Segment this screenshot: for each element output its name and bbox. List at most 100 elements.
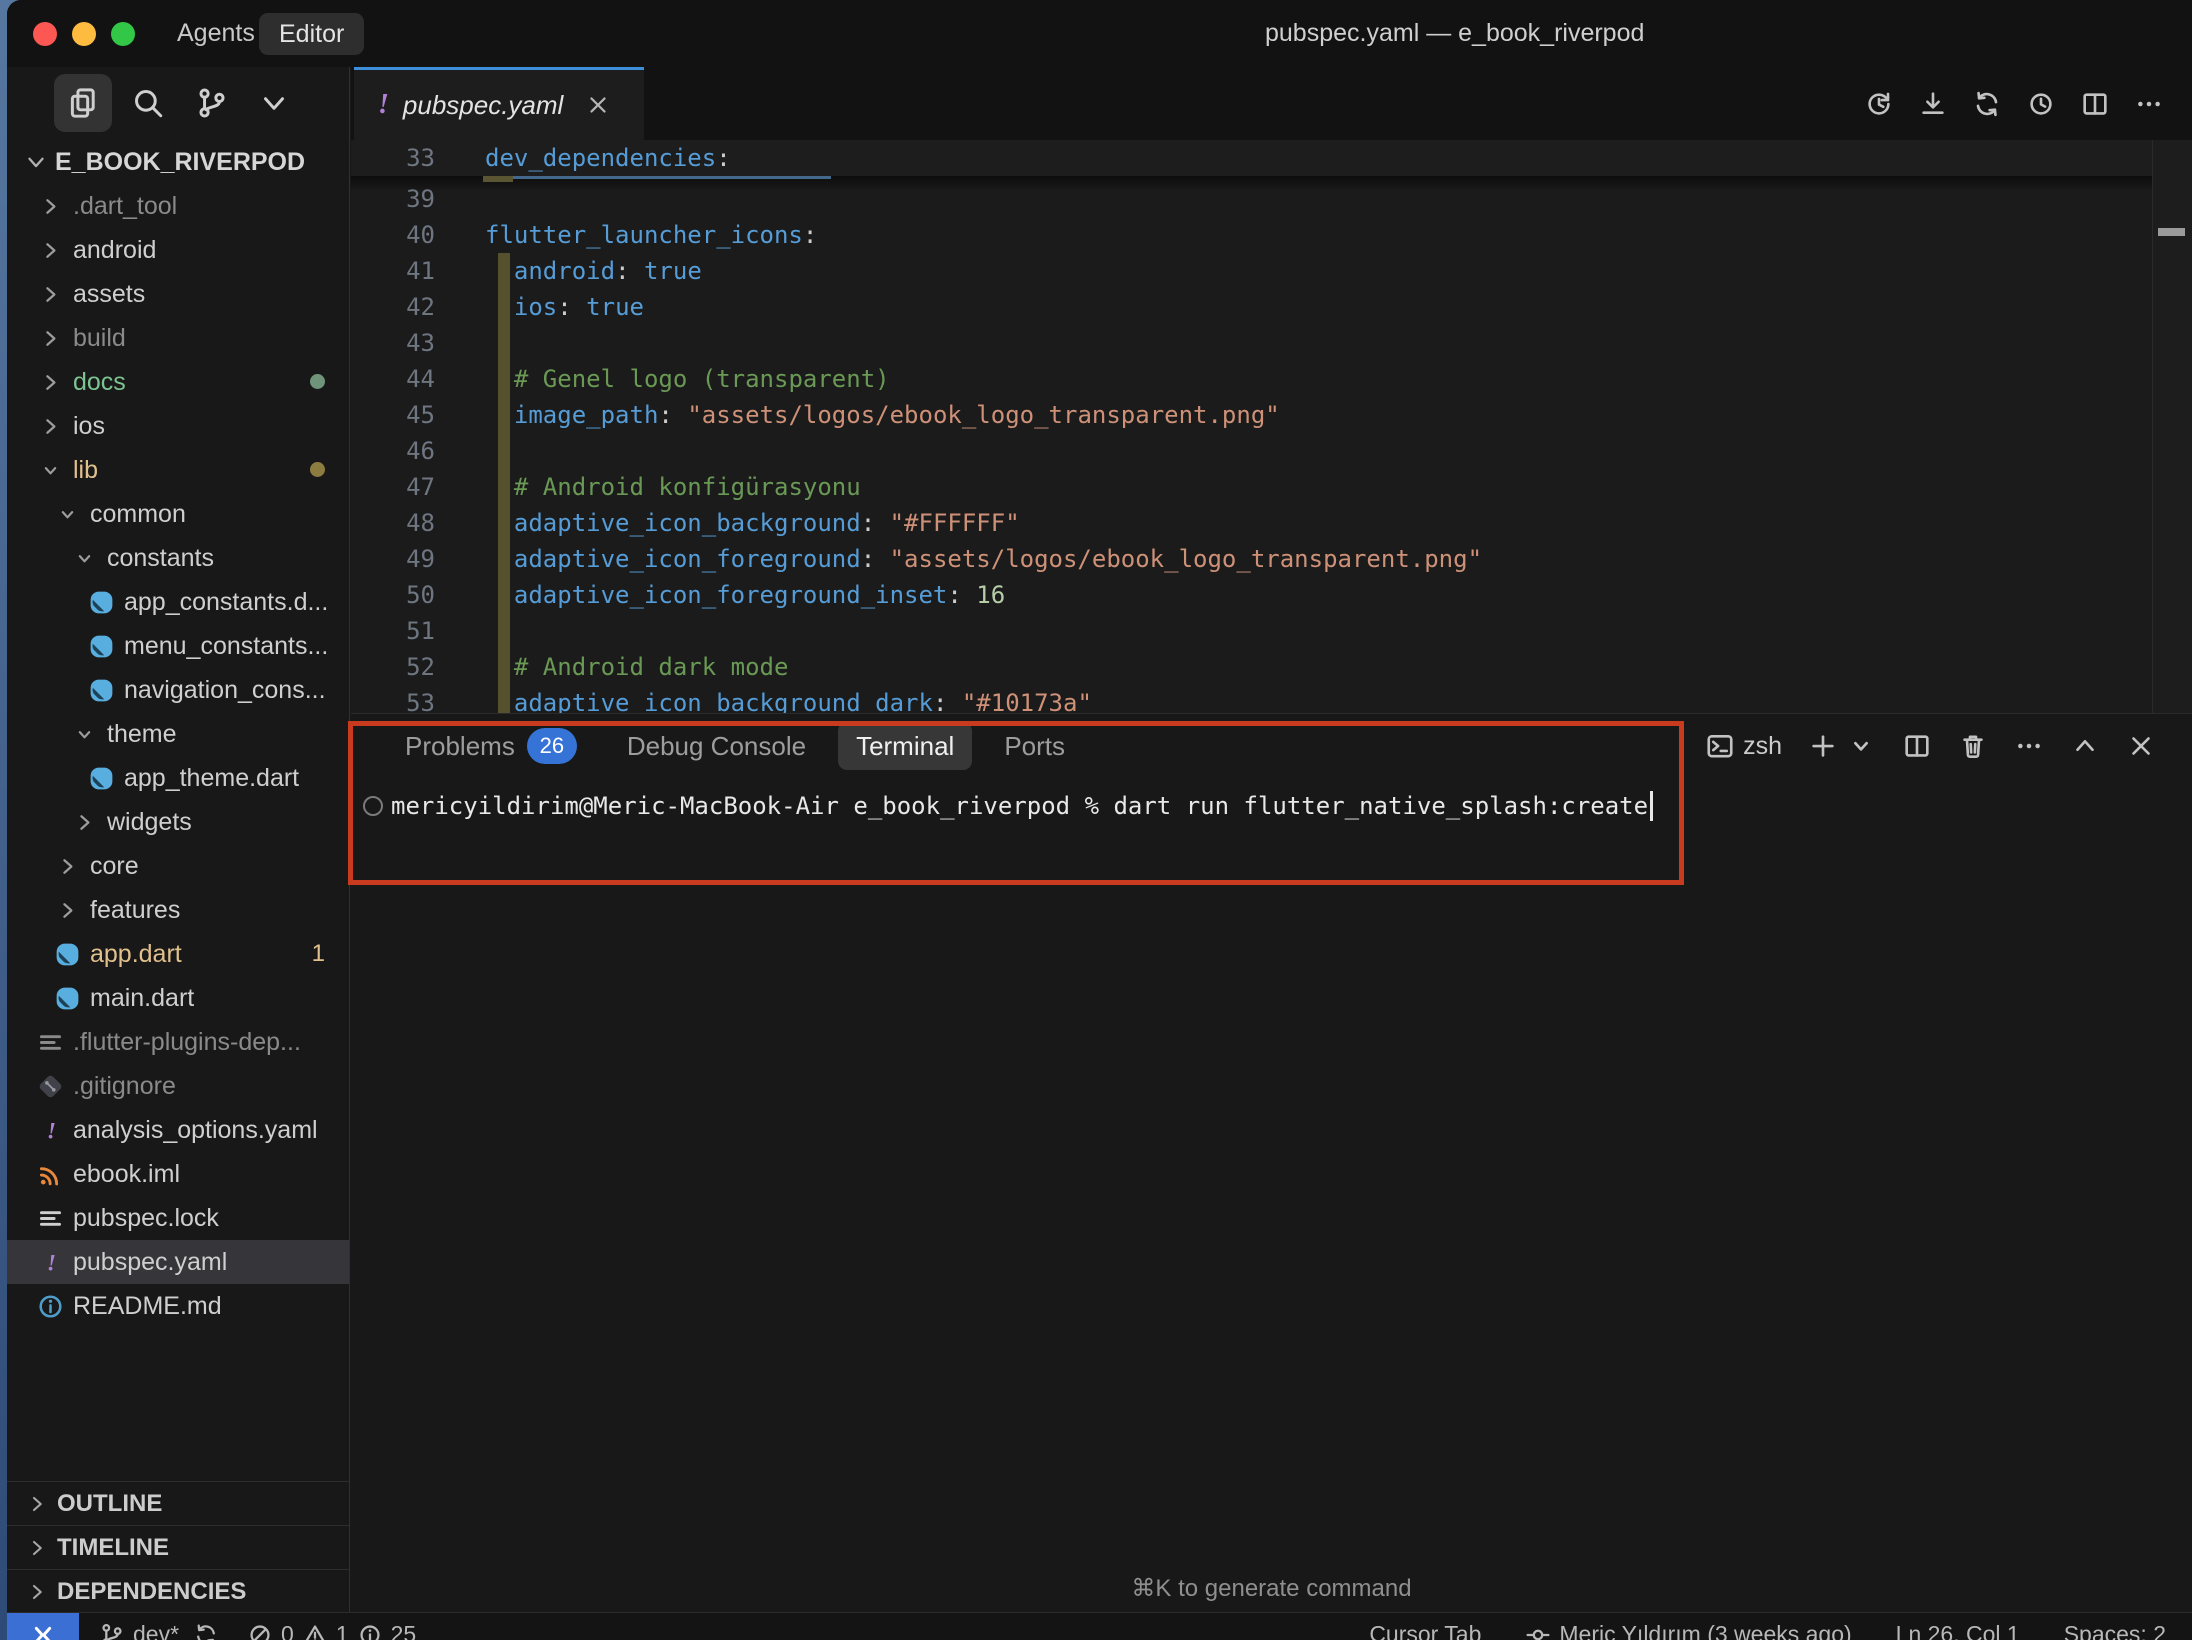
history-icon[interactable] — [1864, 89, 1894, 119]
sticky-scroll-line[interactable]: 33 dev_dependencies: — [351, 140, 2192, 176]
chevron-right-icon — [35, 367, 65, 397]
sidebar-item-analysis-options-yaml[interactable]: !analysis_options.yaml — [7, 1108, 349, 1152]
more-actions-icon[interactable] — [2134, 89, 2164, 119]
code-line-45[interactable]: 45 image_path: "assets/logos/ebook_logo_… — [351, 397, 2192, 433]
info-file-icon — [35, 1291, 65, 1321]
code-line-42[interactable]: 42 ios: true — [351, 289, 2192, 325]
sidebar-section-dependencies[interactable]: DEPENDENCIES — [7, 1569, 349, 1613]
code-line-47[interactable]: 47 # Android konfigürasyonu — [351, 469, 2192, 505]
tab-bar: ! pubspec.yaml — [351, 67, 2192, 140]
code-line-39[interactable]: 39 — [351, 181, 2192, 217]
code-line-43[interactable]: 43 — [351, 325, 2192, 361]
line-number: 53 — [351, 685, 435, 713]
sidebar-item-core[interactable]: core — [7, 844, 349, 888]
sidebar-item-assets[interactable]: assets — [7, 272, 349, 316]
sync-changes-button[interactable] — [193, 1622, 219, 1640]
sidebar-item-pubspec-lock[interactable]: pubspec.lock — [7, 1196, 349, 1240]
shell-indicator[interactable]: zsh — [1705, 731, 1782, 761]
zoom-window-button[interactable] — [111, 22, 135, 46]
maximize-panel-icon[interactable] — [2070, 731, 2100, 761]
code-line-52[interactable]: 52 # Android dark mode — [351, 649, 2192, 685]
editor-scrollbar[interactable] — [2152, 140, 2192, 713]
sync-icon[interactable] — [1972, 89, 2002, 119]
sidebar-item-android[interactable]: android — [7, 228, 349, 272]
sidebar-item-menu-constants[interactable]: menu_constants... — [7, 624, 349, 668]
cursor-position-item[interactable]: Ln 26, Col 1 — [1896, 1621, 2020, 1640]
project-root-item[interactable]: E_BOOK_RIVERPOD — [7, 140, 349, 184]
code-text: dev_dependencies: — [485, 140, 731, 176]
new-terminal-group[interactable] — [1808, 731, 1876, 761]
panel-tab-problems[interactable]: Problems26 — [387, 722, 595, 770]
sidebar-item-app-dart[interactable]: app.dart1 — [7, 932, 349, 976]
git-status-dot — [310, 456, 325, 484]
more-panel-actions-icon[interactable] — [2014, 731, 2044, 761]
code-line-48[interactable]: 48 adaptive_icon_background: "#FFFFFF" — [351, 505, 2192, 541]
close-panel-icon[interactable] — [2126, 731, 2156, 761]
chevron-right-icon — [69, 807, 99, 837]
panel-tab-ports[interactable]: Ports — [986, 722, 1083, 770]
sidebar-item-build[interactable]: build — [7, 316, 349, 360]
git-blame-item[interactable]: Meric Yıldırım (3 weeks ago) — [1525, 1621, 1851, 1640]
code-line-53[interactable]: 53 adaptive_icon_background_dark: "#1017… — [351, 685, 2192, 713]
code-line-46[interactable]: 46 — [351, 433, 2192, 469]
item-label: assets — [73, 280, 145, 309]
sidebar-item-common[interactable]: common — [7, 492, 349, 536]
sidebar-section-timeline[interactable]: TIMELINE — [7, 1525, 349, 1569]
panel-tab-debug-console[interactable]: Debug Console — [609, 722, 824, 770]
minimize-window-button[interactable] — [72, 22, 96, 46]
sidebar-item-pubspec-yaml[interactable]: !pubspec.yaml — [7, 1240, 349, 1284]
line-number: 33 — [351, 140, 435, 176]
remote-indicator-button[interactable] — [7, 1613, 79, 1640]
explorer-icon[interactable] — [54, 74, 112, 132]
kill-terminal-icon[interactable] — [1958, 731, 1988, 761]
problems-summary[interactable]: 0 1 25 — [247, 1621, 416, 1640]
code-line-41[interactable]: 41 android: true — [351, 253, 2192, 289]
sidebar-item-readme-md[interactable]: README.md — [7, 1284, 349, 1328]
cursor-tab-toggle[interactable]: Cursor Tab — [1369, 1621, 1481, 1640]
terminal-prompt-line[interactable]: mericyildirim@Meric-MacBook-Air e_book_r… — [363, 786, 1653, 826]
sidebar-item-gitignore[interactable]: .gitignore — [7, 1064, 349, 1108]
git-branch-item[interactable]: dev* — [99, 1621, 179, 1640]
chevron-down-icon[interactable] — [245, 74, 303, 132]
chevron-down-icon — [1846, 731, 1876, 761]
sidebar-item-main-dart[interactable]: main.dart — [7, 976, 349, 1020]
code-line-40[interactable]: 40flutter_launcher_icons: — [351, 217, 2192, 253]
sidebar-item-dart-tool[interactable]: .dart_tool — [7, 184, 349, 228]
download-icon[interactable] — [1918, 89, 1948, 119]
close-window-button[interactable] — [33, 22, 57, 46]
code-text: adaptive_icon_foreground: "assets/logos/… — [485, 541, 1482, 577]
code-line-44[interactable]: 44 # Genel logo (transparent) — [351, 361, 2192, 397]
scrollbar-thumb[interactable] — [2158, 228, 2185, 236]
code-line-50[interactable]: 50 adaptive_icon_foreground_inset: 16 — [351, 577, 2192, 613]
split-terminal-icon[interactable] — [1902, 731, 1932, 761]
sidebar-item-widgets[interactable]: widgets — [7, 800, 349, 844]
list-file-icon — [35, 1027, 65, 1057]
sidebar-item-constants[interactable]: constants — [7, 536, 349, 580]
sidebar-item-lib[interactable]: lib — [7, 448, 349, 492]
source-control-icon[interactable] — [183, 74, 241, 132]
code-line-51[interactable]: 51 — [351, 613, 2192, 649]
sidebar-item-ebook-iml[interactable]: ebook.iml — [7, 1152, 349, 1196]
indentation-item[interactable]: Spaces: 2 — [2064, 1621, 2166, 1640]
split-editor-icon[interactable] — [2080, 89, 2110, 119]
sidebar-item-features[interactable]: features — [7, 888, 349, 932]
editor-mode-button[interactable]: Editor — [259, 13, 364, 55]
code-line-49[interactable]: 49 adaptive_icon_foreground: "assets/log… — [351, 541, 2192, 577]
sidebar-item-ios[interactable]: ios — [7, 404, 349, 448]
sidebar-section-outline[interactable]: OUTLINE — [7, 1481, 349, 1525]
sidebar-item-navigation-cons[interactable]: navigation_cons... — [7, 668, 349, 712]
close-tab-icon[interactable] — [585, 92, 611, 118]
timeline-clock-icon[interactable] — [2026, 89, 2056, 119]
line-number: 44 — [351, 361, 435, 397]
sidebar-item-theme[interactable]: theme — [7, 712, 349, 756]
tab-pubspec-yaml[interactable]: ! pubspec.yaml — [354, 67, 644, 140]
agents-nav-label[interactable]: Agents — [177, 0, 255, 67]
sidebar-item-docs[interactable]: docs — [7, 360, 349, 404]
code-editor[interactable]: 33 dev_dependencies: 3940flutter_launche… — [351, 140, 2192, 713]
chevron-right-icon — [7, 1536, 57, 1560]
sidebar-item-flutter-plugins-dep[interactable]: .flutter-plugins-dep... — [7, 1020, 349, 1064]
search-icon[interactable] — [119, 74, 177, 132]
sidebar-item-app-theme-dart[interactable]: app_theme.dart — [7, 756, 349, 800]
panel-tab-terminal[interactable]: Terminal — [838, 722, 972, 770]
sidebar-item-app-constants-d[interactable]: app_constants.d... — [7, 580, 349, 624]
